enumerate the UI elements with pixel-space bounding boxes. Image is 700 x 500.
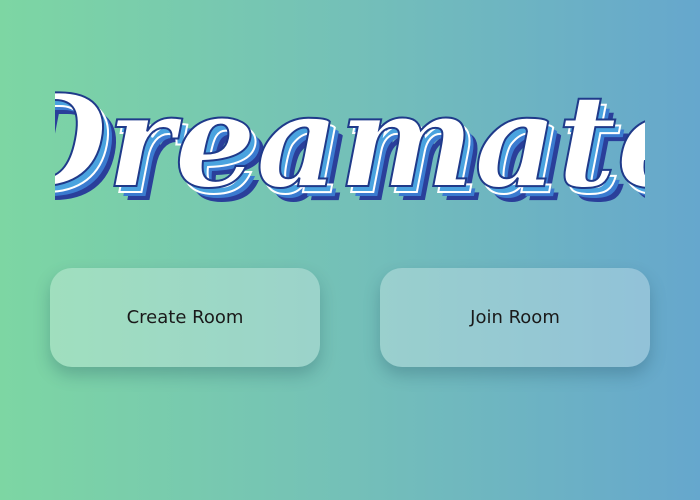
create-room-button[interactable]: Create Room xyxy=(50,268,320,367)
create-room-label: Create Room xyxy=(126,307,244,328)
join-room-button[interactable]: Join Room xyxy=(380,268,650,367)
dreamate-logo: Dreamate Dreamate Dreamate Dreamate xyxy=(55,68,645,238)
join-room-label: Join Room xyxy=(470,307,560,328)
logo-main-text: Dreamate xyxy=(55,68,645,217)
